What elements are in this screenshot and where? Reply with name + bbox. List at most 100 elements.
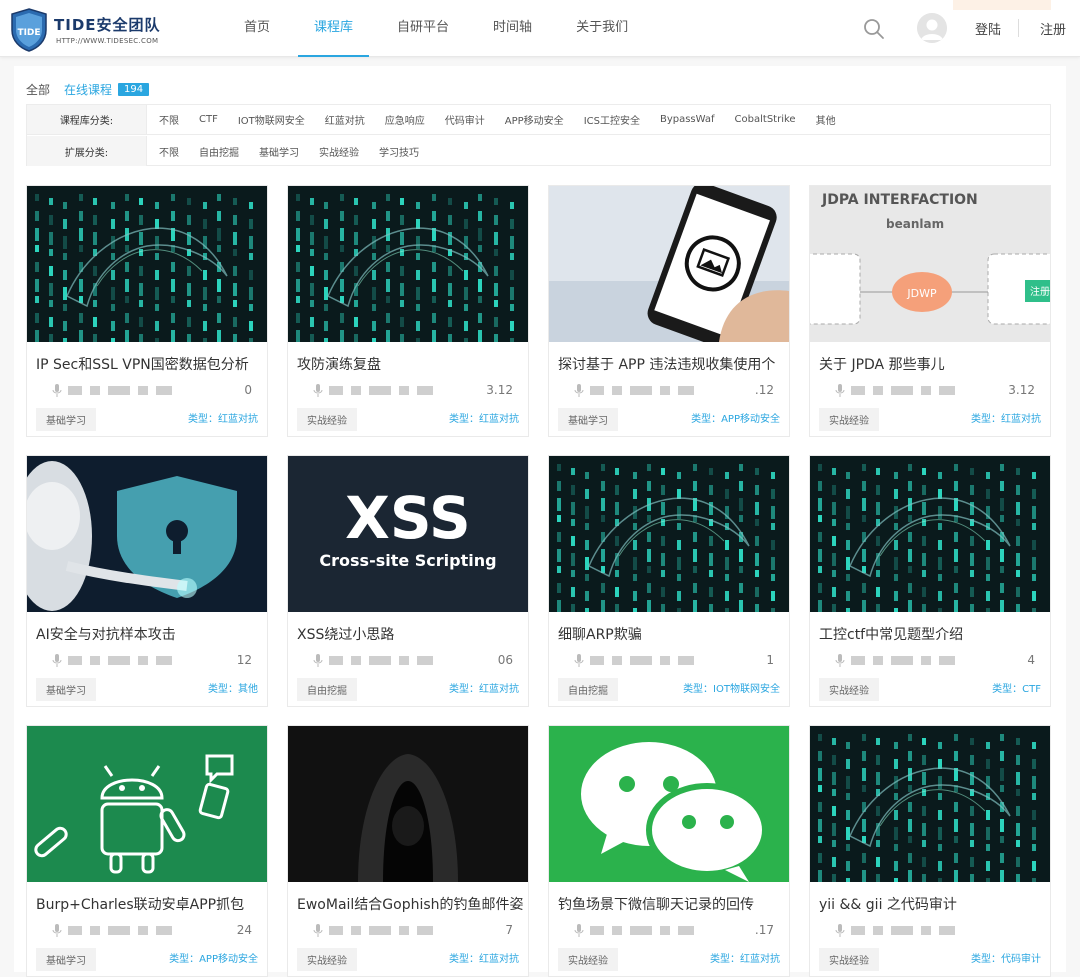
course-type[interactable]: 类型：其他 xyxy=(208,680,258,695)
course-type[interactable]: 类型：红蓝对抗 xyxy=(449,410,519,425)
course-card[interactable]: 钓鱼场景下微信聊天记录的回传 .17 实战经验 类型：红蓝对抗 xyxy=(548,725,790,977)
course-type[interactable]: 类型：APP移动安全 xyxy=(169,950,258,965)
course-thumbnail[interactable] xyxy=(288,726,528,882)
course-tag[interactable]: 实战经验 xyxy=(819,948,879,971)
category-option[interactable]: IOT物联网安全 xyxy=(238,112,305,127)
course-card[interactable]: Burp+Charles联动安卓APP抓包 24 基础学习 类型：APP移动安全 xyxy=(26,725,268,977)
course-thumbnail[interactable] xyxy=(27,726,267,882)
course-title[interactable]: Burp+Charles联动安卓APP抓包 xyxy=(36,894,262,914)
avatar[interactable] xyxy=(917,13,947,43)
course-card[interactable]: yii && gii 之代码审计 实战经验 类型：代码审计 xyxy=(809,725,1051,977)
course-tag[interactable]: 基础学习 xyxy=(558,408,618,431)
redaction-block xyxy=(156,385,172,395)
search-icon[interactable] xyxy=(862,17,886,41)
course-card[interactable]: IP Sec和SSL VPN国密数据包分析 0 基础学习 类型：红蓝对抗 xyxy=(26,185,268,437)
redacted-author-date xyxy=(329,655,498,665)
redaction-block xyxy=(329,925,343,935)
course-thumbnail[interactable] xyxy=(549,186,789,342)
course-title[interactable]: EwoMail结合Gophish的钓鱼邮件姿 xyxy=(297,894,523,914)
extended-option[interactable]: 实战经验 xyxy=(319,144,359,159)
course-type[interactable]: 类型：CTF xyxy=(992,680,1041,695)
category-option[interactable]: 应急响应 xyxy=(385,112,425,127)
course-type[interactable]: 类型：IOT物联网安全 xyxy=(683,680,780,695)
course-thumbnail[interactable] xyxy=(27,186,267,342)
tab-all[interactable]: 全部 xyxy=(26,81,50,98)
nav-home[interactable]: 首页 xyxy=(228,0,286,57)
course-tag[interactable]: 基础学习 xyxy=(36,678,96,701)
course-title[interactable]: yii && gii 之代码审计 xyxy=(819,894,1045,914)
category-option[interactable]: APP移动安全 xyxy=(505,112,564,127)
redaction-block xyxy=(678,925,694,935)
course-card[interactable]: JDPA INTERFACTION beanlam JDWP 注册关于 JPDA 那些… xyxy=(809,185,1051,437)
course-card[interactable]: 探讨基于 APP 违法违规收集使用个 .12 基础学习 类型：APP移动安全 xyxy=(548,185,790,437)
course-tag[interactable]: 基础学习 xyxy=(36,948,96,971)
svg-text:JDPA INTERFACTION: JDPA INTERFACTION xyxy=(821,192,978,208)
course-title[interactable]: 探讨基于 APP 违法违规收集使用个 xyxy=(558,354,784,374)
category-option[interactable]: BypassWaf xyxy=(660,114,715,125)
register-link[interactable]: 注册 xyxy=(1040,19,1066,38)
course-title[interactable]: 关于 JPDA 那些事儿 xyxy=(819,354,1045,374)
course-type[interactable]: 类型：红蓝对抗 xyxy=(971,410,1041,425)
category-option[interactable]: ICS工控安全 xyxy=(584,112,640,127)
course-card[interactable]: EwoMail结合Gophish的钓鱼邮件姿 7 实战经验 类型：红蓝对抗 xyxy=(287,725,529,977)
course-card[interactable]: XSS Cross-site Scripting XSS绕过小思路 06 自由挖掘 类型：… xyxy=(287,455,529,707)
course-tag[interactable]: 实战经验 xyxy=(819,678,879,701)
course-card[interactable]: 攻防演练复盘 3.12 实战经验 类型：红蓝对抗 xyxy=(287,185,529,437)
course-type[interactable]: 类型：红蓝对抗 xyxy=(449,680,519,695)
course-card[interactable]: 细聊ARP欺骗 1 自由挖掘 类型：IOT物联网安全 xyxy=(548,455,790,707)
course-card[interactable]: 工控ctf中常见题型介绍 4 实战经验 类型：CTF xyxy=(809,455,1051,707)
tab-online-courses[interactable]: 在线课程 xyxy=(64,81,112,98)
course-title[interactable]: AI安全与对抗样本攻击 xyxy=(36,624,262,644)
course-tag[interactable]: 实战经验 xyxy=(297,408,357,431)
category-option[interactable]: CobaltStrike xyxy=(735,114,796,125)
course-type[interactable]: 类型：红蓝对抗 xyxy=(710,950,780,965)
course-tag[interactable]: 实战经验 xyxy=(558,948,618,971)
meta-date-tail: 12 xyxy=(236,653,252,667)
course-title[interactable]: 工控ctf中常见题型介绍 xyxy=(819,624,1045,644)
course-tag[interactable]: 自由挖掘 xyxy=(297,678,357,701)
category-option[interactable]: 不限 xyxy=(159,112,179,127)
login-link[interactable]: 登陆 xyxy=(975,19,1001,38)
extended-option[interactable]: 学习技巧 xyxy=(379,144,419,159)
course-thumbnail[interactable] xyxy=(810,456,1050,612)
course-type[interactable]: 类型：代码审计 xyxy=(971,950,1041,965)
redaction-block xyxy=(138,925,148,935)
course-title[interactable]: IP Sec和SSL VPN国密数据包分析 xyxy=(36,354,262,374)
category-option[interactable]: 代码审计 xyxy=(445,112,485,127)
extended-option[interactable]: 不限 xyxy=(159,144,179,159)
course-type[interactable]: 类型：APP移动安全 xyxy=(691,410,780,425)
nav-timeline[interactable]: 时间轴 xyxy=(477,0,548,57)
category-option[interactable]: 红蓝对抗 xyxy=(325,112,365,127)
course-title[interactable]: 细聊ARP欺骗 xyxy=(558,624,784,644)
course-card[interactable]: AI安全与对抗样本攻击 12 基础学习 类型：其他 xyxy=(26,455,268,707)
nav-about[interactable]: 关于我们 xyxy=(560,0,644,57)
course-tag[interactable]: 实战经验 xyxy=(819,408,879,431)
extended-option[interactable]: 自由挖掘 xyxy=(199,144,239,159)
course-title[interactable]: 攻防演练复盘 xyxy=(297,354,523,374)
course-thumbnail[interactable] xyxy=(810,726,1050,882)
redacted-author-date xyxy=(68,925,237,935)
redacted-author-date xyxy=(329,925,505,935)
course-thumbnail[interactable] xyxy=(549,726,789,882)
course-title[interactable]: 钓鱼场景下微信聊天记录的回传 xyxy=(558,894,784,914)
course-title[interactable]: XSS绕过小思路 xyxy=(297,624,523,644)
course-thumbnail[interactable] xyxy=(27,456,267,612)
course-tag[interactable]: 自由挖掘 xyxy=(558,678,618,701)
course-type[interactable]: 类型：红蓝对抗 xyxy=(188,410,258,425)
redaction-block xyxy=(417,655,433,665)
extended-option[interactable]: 基础学习 xyxy=(259,144,299,159)
category-option[interactable]: CTF xyxy=(199,114,218,125)
microphone-icon xyxy=(313,923,323,937)
svg-text:注册: 注册 xyxy=(1030,285,1050,298)
course-type[interactable]: 类型：红蓝对抗 xyxy=(449,950,519,965)
course-tag[interactable]: 实战经验 xyxy=(297,948,357,971)
nav-course-library[interactable]: 课程库 xyxy=(298,0,370,57)
nav-platform[interactable]: 自研平台 xyxy=(381,0,465,57)
course-thumbnail[interactable]: JDPA INTERFACTION beanlam JDWP 注册 xyxy=(810,186,1050,342)
course-thumbnail[interactable] xyxy=(549,456,789,612)
course-thumbnail[interactable]: XSS Cross-site Scripting xyxy=(288,456,528,612)
category-option[interactable]: 其他 xyxy=(816,112,836,127)
course-thumbnail[interactable] xyxy=(288,186,528,342)
course-tag[interactable]: 基础学习 xyxy=(36,408,96,431)
site-logo[interactable]: TIDE TIDE安全团队 HTTP://WWW.TIDESEC.COM xyxy=(10,8,160,52)
